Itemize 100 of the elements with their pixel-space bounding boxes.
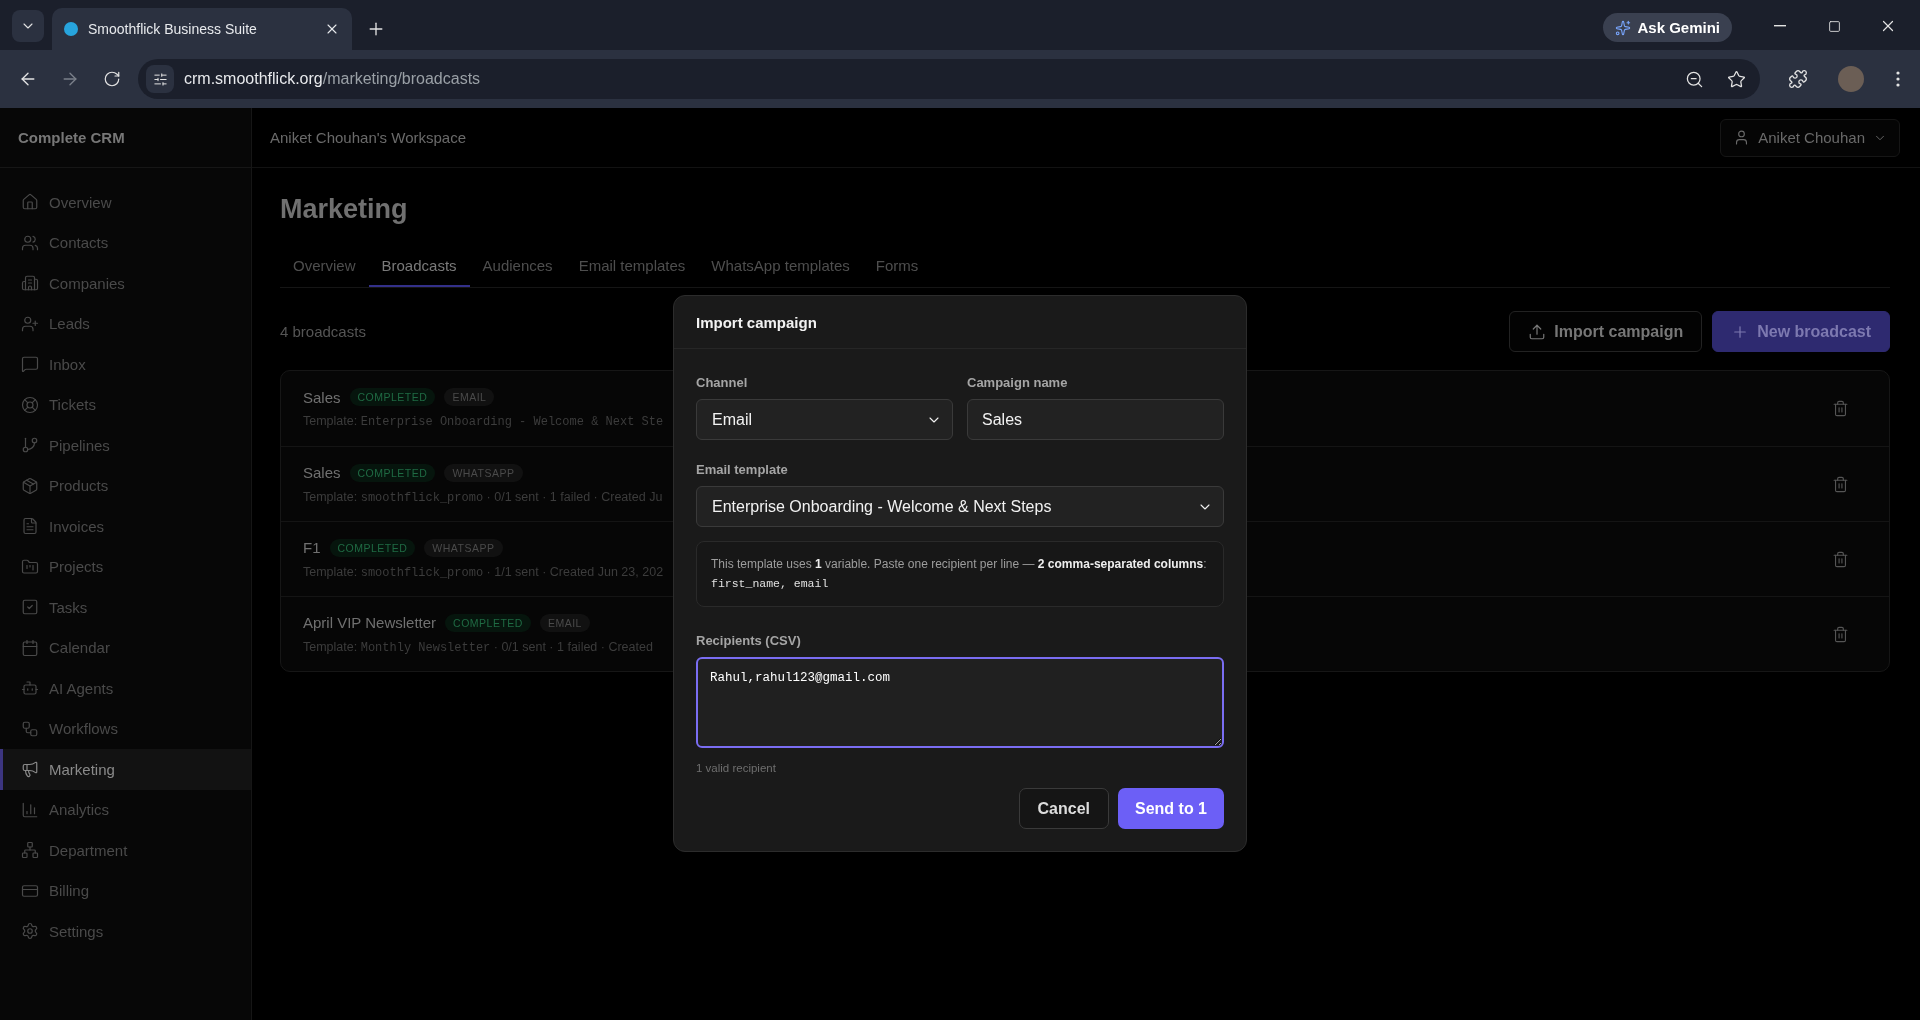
upload-icon [1528,322,1547,341]
app-title: Complete CRM [18,129,125,146]
status-badge: COMPLETED [445,613,531,632]
sliders-icon [152,71,168,87]
sidebar-label: Department [49,841,128,859]
nav-icon [21,436,39,455]
status-badge: COMPLETED [349,388,436,406]
delete-button[interactable] [1832,400,1849,417]
channel-badge: WHATSAPP [424,538,503,557]
import-campaign-button[interactable]: Import campaign [1509,311,1703,352]
page-tab[interactable]: Overview [280,247,369,287]
sidebar-label: Leads [49,315,90,333]
channel-badge: EMAIL [444,388,495,406]
new-broadcast-button[interactable]: New broadcast [1712,311,1890,352]
sidebar-item[interactable]: Pipelines [0,425,251,466]
broadcast-name: April VIP Newsletter [303,614,437,631]
delete-button[interactable] [1832,625,1849,643]
ask-gemini-button[interactable]: Ask Gemini [1603,13,1732,42]
puzzle-icon [1788,69,1808,89]
trash-icon [1832,550,1849,568]
template-select[interactable]: Enterprise Onboarding - Welcome & Next Steps [696,486,1224,527]
delete-button[interactable] [1832,550,1849,568]
trash-icon [1832,475,1849,493]
sidebar-item[interactable]: Tickets [0,384,251,425]
sidebar-label: Pipelines [49,436,110,454]
nav-icon [21,517,39,536]
sidebar-item[interactable]: Contacts [0,222,251,263]
workspace-name: Aniket Chouhan's Workspace [270,129,467,146]
browser-tab[interactable]: Smoothflick Business Suite [52,8,352,50]
campaign-name-field[interactable]: Sales [967,399,1224,440]
cancel-button[interactable]: Cancel [1018,788,1109,829]
nav-icon [21,355,39,374]
sidebar-item[interactable]: AI Agents [0,668,251,709]
broadcast-name: F1 [303,539,321,556]
field-label: Email template [696,462,789,477]
page-tab[interactable]: Broadcasts [368,247,470,287]
sidebar-label: Tickets [49,396,96,414]
sidebar-item[interactable]: Analytics [0,789,251,830]
broadcast-name: Sales [303,388,341,406]
field-label: Campaign name [967,375,1069,390]
broadcast-name: Sales [303,464,341,481]
page-tab[interactable]: Forms [862,247,932,287]
sidebar-item[interactable]: Settings [0,911,251,952]
sidebar-item[interactable]: Workflows [0,708,251,749]
nav-icon [21,476,39,495]
nav-icon [21,760,39,779]
sidebar-item[interactable]: Billing [0,870,251,911]
sidebar-label: Settings [49,922,104,940]
sidebar-item[interactable]: Department [0,830,251,871]
sidebar-label: Overview [49,193,112,211]
menu-icon [1896,71,1900,87]
sidebar-item[interactable]: Companies [0,263,251,304]
address-bar[interactable]: crm.smoothflick.org/marketing/broadcasts [138,59,1760,99]
sidebar-label: Inbox [49,355,86,373]
tab-list-button[interactable] [12,10,44,42]
dialog-title: Import campaign [696,313,817,331]
sidebar-label: Billing [49,882,90,900]
channel-badge: WHATSAPP [444,463,523,482]
nav-icon [21,638,39,657]
site-info-button[interactable] [146,65,174,93]
minimize-icon [1774,25,1786,27]
status-badge: COMPLETED [329,538,416,557]
sidebar-item[interactable]: Inbox [0,344,251,385]
sidebar-item[interactable]: Invoices [0,506,251,547]
recipient-count: 1 valid recipient [696,762,777,774]
user-menu-button[interactable]: Aniket Chouhan [1720,118,1900,157]
page-tab[interactable]: WhatsApp templates [698,247,863,287]
sidebar-label: Calendar [49,639,110,657]
sidebar-label: AI Agents [49,679,114,697]
channel-select[interactable]: Email [696,399,953,440]
channel-badge: EMAIL [539,613,590,632]
delete-button[interactable] [1832,475,1849,493]
zoom-out-icon [1684,69,1704,89]
page-tab[interactable]: Email templates [565,247,699,287]
send-button[interactable]: Send to 1 [1118,788,1224,829]
nav-icon [21,274,39,293]
nav-icon [21,314,39,333]
page-title: Marketing [280,194,409,225]
sidebar-item[interactable]: Tasks [0,587,251,628]
nav-icon [21,193,39,212]
template-info-note: This template uses 1 variable. Paste one recipient per line — 2 comma-separated columns: first_name, email [696,541,1224,607]
field-label: Channel [696,375,749,390]
field-label: Recipients (CSV) [696,633,802,648]
sidebar-label: Projects [49,558,104,576]
sidebar-item[interactable]: Overview [0,182,251,223]
status-badge: COMPLETED [349,463,436,482]
nav-icon [21,800,39,819]
recipients-field[interactable]: Rahul,rahul123@gmail.com [696,657,1224,748]
sidebar-item[interactable]: Marketing [0,749,251,790]
sidebar-item[interactable]: Calendar [0,627,251,668]
reload-icon [103,70,121,88]
sidebar-item[interactable]: Projects [0,546,251,587]
star-icon [1726,69,1746,89]
sidebar-item[interactable]: Leads [0,303,251,344]
nav-icon [21,598,39,617]
page-tab[interactable]: Audiences [469,247,566,287]
profile-avatar[interactable] [1838,66,1864,92]
trash-icon [1832,625,1849,643]
sidebar-item[interactable]: Products [0,465,251,506]
sidebar-label: Marketing [49,760,115,778]
